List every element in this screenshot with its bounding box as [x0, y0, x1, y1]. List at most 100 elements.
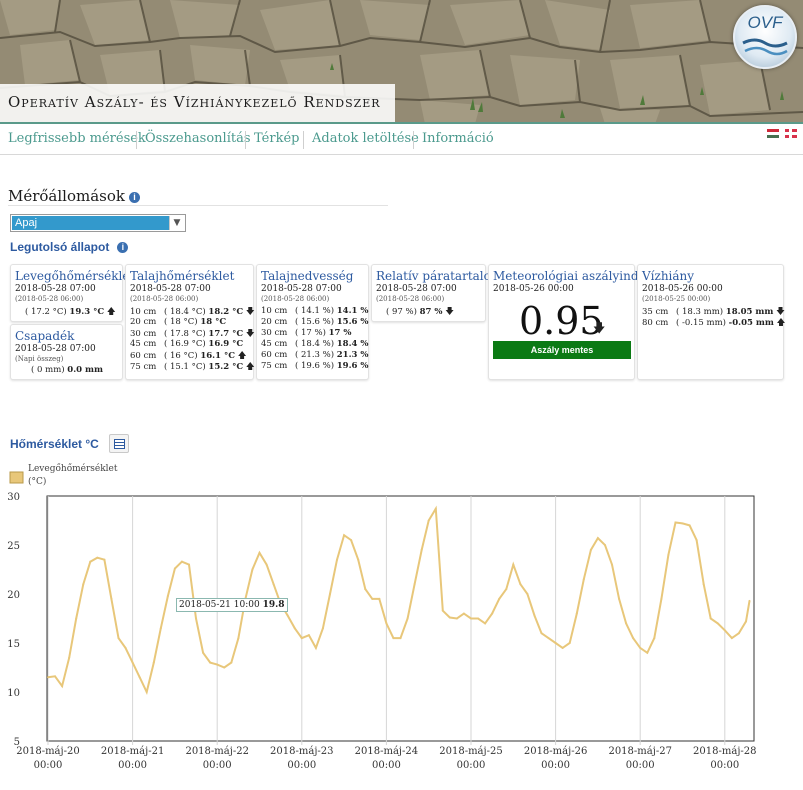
data-point[interactable] — [145, 691, 148, 693]
hungarian-flag-icon[interactable] — [767, 129, 779, 138]
data-point[interactable] — [314, 646, 317, 649]
data-point[interactable] — [392, 637, 395, 640]
data-point[interactable] — [748, 599, 751, 602]
data-point[interactable] — [117, 637, 120, 640]
data-point[interactable] — [286, 614, 289, 617]
data-point[interactable] — [695, 539, 698, 542]
data-point[interactable] — [625, 622, 628, 625]
data-point[interactable] — [138, 676, 141, 679]
station-select[interactable]: Apaj ▼ — [10, 214, 186, 232]
data-point[interactable] — [681, 522, 684, 525]
info-icon[interactable]: i — [129, 191, 140, 203]
data-point[interactable] — [343, 534, 346, 537]
data-point[interactable] — [124, 646, 127, 649]
data-point[interactable] — [110, 597, 113, 600]
nav-information[interactable]: Információ — [422, 131, 494, 146]
data-point[interactable] — [371, 597, 374, 600]
data-point[interactable] — [251, 568, 254, 571]
data-point[interactable] — [385, 622, 388, 625]
data-point[interactable] — [512, 563, 515, 566]
data-point[interactable] — [406, 617, 409, 620]
data-point[interactable] — [470, 617, 472, 620]
data-point[interactable] — [434, 507, 437, 510]
data-point[interactable] — [300, 637, 303, 640]
data-point[interactable] — [307, 634, 310, 637]
data-point[interactable] — [526, 593, 529, 595]
data-point[interactable] — [618, 597, 621, 600]
data-point[interactable] — [180, 560, 183, 563]
data-point[interactable] — [61, 685, 64, 688]
data-point[interactable] — [258, 551, 261, 554]
data-point[interactable] — [131, 661, 134, 664]
data-point[interactable] — [413, 583, 416, 586]
data-point[interactable] — [737, 632, 740, 635]
data-point[interactable] — [547, 637, 550, 640]
data-point[interactable] — [611, 563, 613, 566]
data-point[interactable] — [660, 597, 663, 600]
data-point[interactable] — [237, 637, 240, 640]
data-point[interactable] — [82, 583, 85, 586]
data-point[interactable] — [646, 651, 649, 654]
data-point[interactable] — [188, 563, 190, 566]
temperature-chart[interactable]: Levegőhőmérséklet (°C) 51015202530 2018-… — [0, 460, 803, 790]
nav-data-download[interactable]: Adatok letöltése — [312, 131, 419, 146]
nav-comparison[interactable]: Összehasonlítás — [145, 131, 251, 146]
data-point[interactable] — [441, 609, 444, 612]
data-point[interactable] — [702, 583, 705, 586]
data-point[interactable] — [603, 544, 606, 546]
data-point[interactable] — [265, 563, 268, 566]
data-point[interactable] — [378, 597, 381, 600]
data-point[interactable] — [103, 558, 106, 561]
data-point[interactable] — [89, 560, 92, 563]
chart-legend[interactable]: Levegőhőmérséklet (°C) — [9, 463, 118, 487]
nav-latest-measurements[interactable]: Legfrissebb mérések — [8, 131, 146, 146]
data-point[interactable] — [484, 622, 487, 625]
data-point[interactable] — [357, 558, 360, 561]
data-point[interactable] — [293, 627, 296, 630]
data-point[interactable] — [554, 642, 557, 644]
data-point[interactable] — [674, 521, 677, 524]
data-point[interactable] — [75, 617, 78, 620]
nav-map[interactable]: Térkép — [254, 131, 299, 146]
data-point[interactable] — [166, 594, 169, 597]
data-point[interactable] — [709, 617, 712, 620]
data-point[interactable] — [230, 661, 233, 664]
data-point[interactable] — [540, 632, 543, 635]
data-point[interactable] — [152, 661, 155, 664]
data-point[interactable] — [427, 519, 430, 522]
data-point[interactable] — [159, 627, 162, 630]
data-point[interactable] — [568, 642, 571, 644]
data-point[interactable] — [498, 597, 501, 600]
data-point[interactable] — [54, 675, 57, 678]
data-point[interactable] — [364, 588, 367, 591]
data-point[interactable] — [730, 637, 733, 640]
data-point[interactable] — [420, 548, 423, 551]
data-point[interactable] — [329, 593, 331, 595]
data-point[interactable] — [744, 620, 747, 623]
data-point[interactable] — [653, 637, 656, 640]
data-point[interactable] — [688, 524, 691, 527]
table-view-button[interactable] — [109, 434, 129, 453]
data-point[interactable] — [321, 627, 324, 630]
data-point[interactable] — [596, 537, 599, 540]
data-point[interactable] — [448, 616, 451, 619]
data-point[interactable] — [399, 637, 402, 640]
data-point[interactable] — [667, 553, 670, 556]
data-point[interactable] — [491, 612, 494, 615]
data-point[interactable] — [350, 539, 353, 542]
data-point[interactable] — [575, 612, 578, 615]
chevron-down-icon[interactable]: ▼ — [169, 216, 184, 230]
data-point[interactable] — [582, 578, 585, 581]
data-point[interactable] — [723, 629, 726, 632]
data-point[interactable] — [533, 614, 536, 617]
data-point[interactable] — [455, 617, 458, 620]
data-point[interactable] — [47, 676, 49, 679]
data-point[interactable] — [173, 567, 176, 570]
data-point[interactable] — [96, 556, 99, 559]
data-point[interactable] — [632, 637, 635, 640]
data-point[interactable] — [639, 646, 642, 649]
data-point[interactable] — [223, 666, 226, 669]
data-point[interactable] — [216, 663, 219, 666]
data-point[interactable] — [202, 651, 205, 654]
data-point[interactable] — [195, 617, 198, 620]
